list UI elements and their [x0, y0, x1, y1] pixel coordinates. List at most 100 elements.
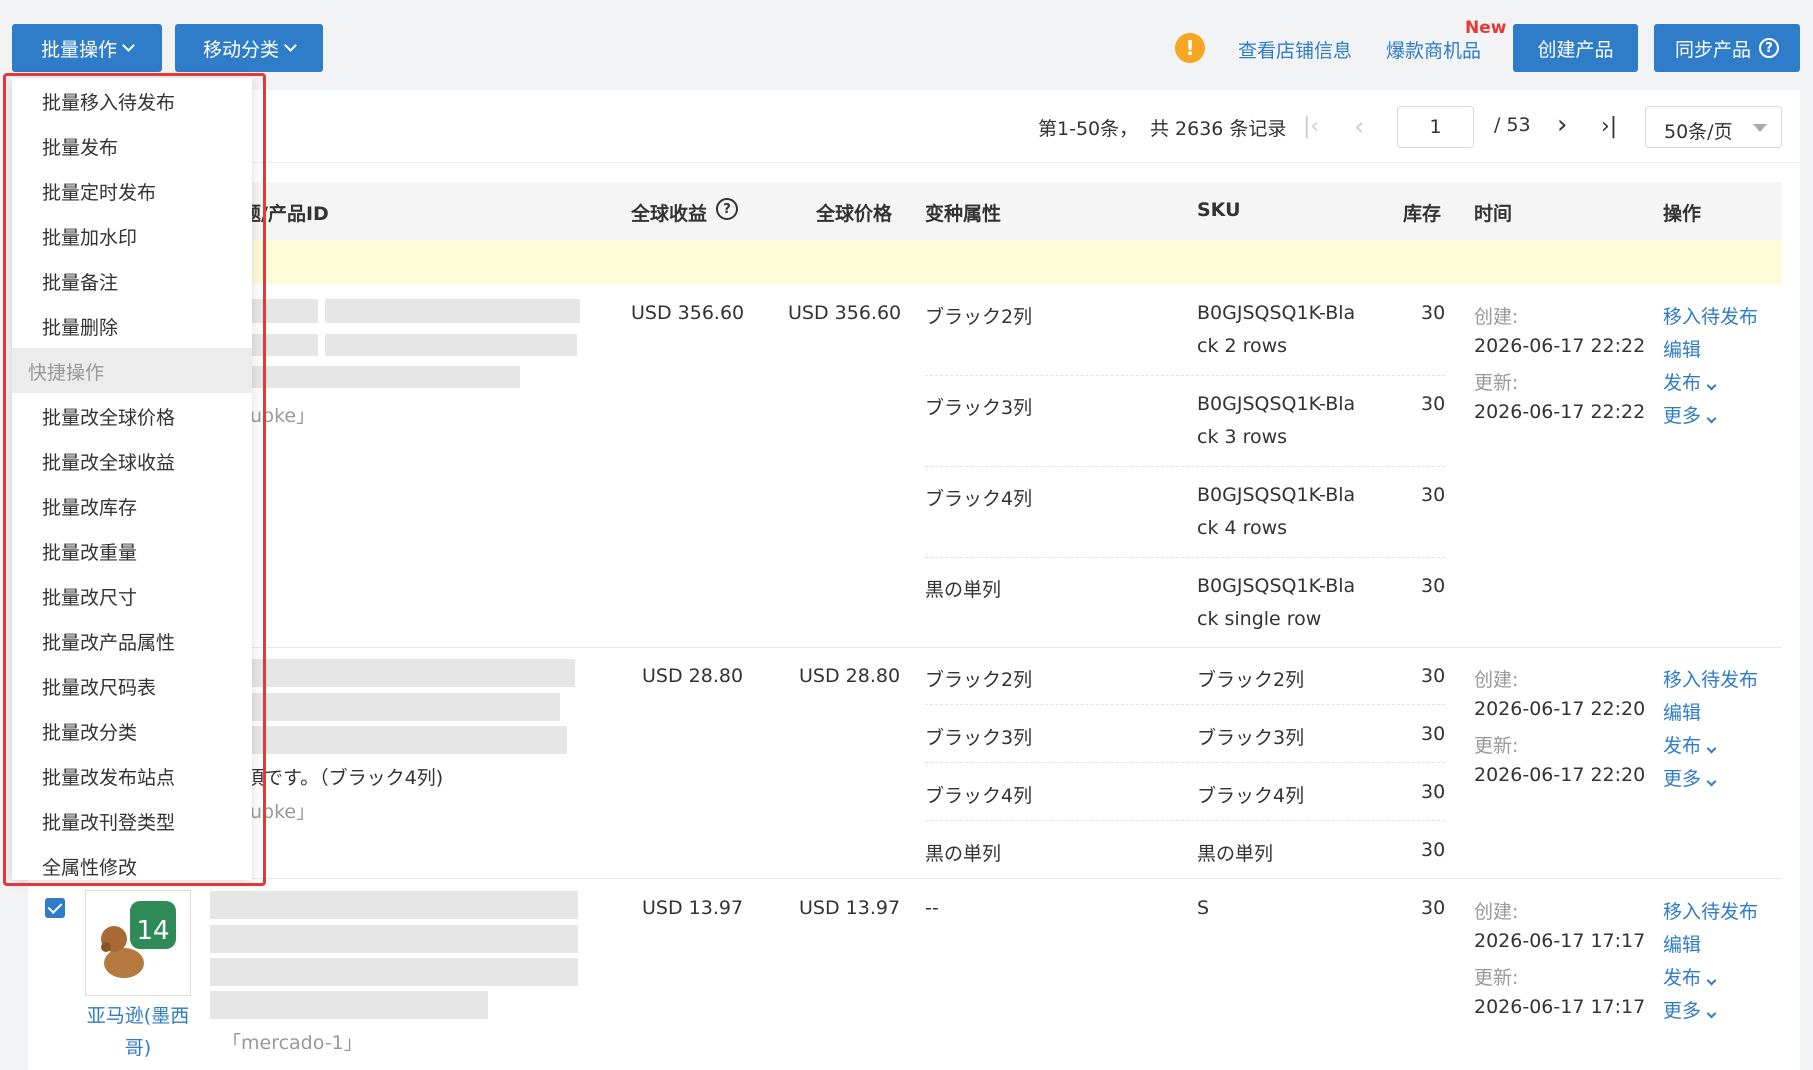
menu-item-delete[interactable]: 批量删除 [42, 313, 118, 340]
menu-item-weight[interactable]: 批量改重量 [42, 538, 137, 565]
row-divider [28, 647, 1782, 648]
platform-link[interactable]: 亚马逊(墨西哥) [85, 1000, 191, 1064]
divider [925, 466, 1445, 467]
first-page-icon[interactable]: |‹ [1303, 114, 1319, 139]
menu-item-publish-site[interactable]: 批量改发布站点 [42, 763, 175, 790]
variant-attr: ブラック2列 [925, 669, 1033, 691]
move-category-button[interactable]: 移动分类 [175, 24, 323, 72]
create-product-button[interactable]: 创建产品 [1513, 24, 1638, 72]
page-input[interactable]: 1 [1397, 106, 1474, 148]
more-dropdown[interactable]: 更多 [1663, 401, 1717, 428]
variant-attr: ブラック3列 [925, 397, 1033, 419]
edit-link[interactable]: 编辑 [1663, 335, 1701, 362]
edit-link[interactable]: 编辑 [1663, 698, 1701, 725]
menu-item-move-pending[interactable]: 批量移入待发布 [42, 88, 175, 115]
created-time: 2026-06-17 22:22 [1474, 335, 1646, 357]
prev-page-icon[interactable]: ‹ [1354, 112, 1364, 142]
chevron-down-icon [1706, 380, 1717, 391]
sync-product-button[interactable]: 同步产品 ? [1654, 24, 1800, 72]
menu-item-global-profit[interactable]: 批量改全球收益 [42, 448, 175, 475]
variant-sku-cont: ck 4 rows [1197, 517, 1288, 539]
variant-stock: 30 [1421, 393, 1446, 415]
chevron-down-icon [122, 39, 135, 52]
move-pending-link[interactable]: 移入待发布 [1663, 897, 1758, 924]
menu-item-dimensions[interactable]: 批量改尺寸 [42, 583, 137, 610]
variant-stock: 30 [1421, 839, 1446, 861]
variant-attr: ブラック3列 [925, 727, 1033, 749]
variant-attr: ブラック2列 [925, 306, 1033, 328]
more-label: 更多 [1663, 768, 1702, 790]
variant-stock: 30 [1421, 665, 1446, 687]
variant-stock: 30 [1421, 897, 1446, 919]
menu-item-listing-type[interactable]: 批量改刊登类型 [42, 808, 175, 835]
batch-operations-button[interactable]: 批量操作 [12, 24, 162, 72]
per-page-value: 50条/页 [1664, 121, 1733, 143]
more-dropdown[interactable]: 更多 [1663, 764, 1717, 791]
chevron-down-icon [1706, 1008, 1717, 1019]
warning-icon[interactable]: ! [1175, 33, 1205, 63]
redacted-text [245, 659, 575, 687]
redacted-text [325, 299, 580, 323]
store-info-link[interactable]: 查看店铺信息 [1238, 36, 1352, 63]
variant-attr: 黒の単列 [925, 579, 1002, 601]
row1-profit: USD 356.60 [631, 302, 745, 324]
created-time: 2026-06-17 22:20 [1474, 698, 1646, 720]
sync-product-label: 同步产品 [1674, 38, 1751, 61]
divider [925, 557, 1445, 558]
row3-price: USD 13.97 [799, 897, 901, 919]
menu-item-category[interactable]: 批量改分类 [42, 718, 137, 745]
variant-stock: 30 [1421, 575, 1446, 597]
batch-operations-label: 批量操作 [40, 38, 117, 61]
header-global-price: 全球价格 [816, 203, 893, 225]
variant-sku-cont: ck 2 rows [1197, 335, 1288, 357]
publish-dropdown[interactable]: 发布 [1663, 731, 1717, 758]
variant-sku: ブラック3列 [1197, 727, 1305, 749]
menu-item-stock[interactable]: 批量改库存 [42, 493, 137, 520]
variant-sku-cont: ck 3 rows [1197, 426, 1288, 448]
redacted-text [210, 925, 578, 953]
per-page-select[interactable]: 50条/页 [1645, 106, 1782, 148]
redacted-text [245, 693, 560, 721]
edit-link[interactable]: 编辑 [1663, 930, 1701, 957]
move-pending-link[interactable]: 移入待发布 [1663, 302, 1758, 329]
updated-time: 2026-06-17 22:20 [1474, 764, 1646, 786]
variant-attr: 黒の単列 [925, 843, 1002, 865]
shop-name: 「mercado-1」 [222, 1032, 363, 1054]
page-total: / 53 [1494, 114, 1531, 136]
created-time: 2026-06-17 17:17 [1474, 930, 1646, 952]
next-page-icon[interactable]: › [1557, 110, 1567, 140]
menu-item-watermark[interactable]: 批量加水印 [42, 223, 137, 250]
move-pending-link[interactable]: 移入待发布 [1663, 665, 1758, 692]
hot-products-link[interactable]: 爆款商机品 [1386, 36, 1481, 63]
row-checkbox[interactable] [45, 898, 65, 918]
created-label: 创建: [1474, 306, 1519, 328]
help-icon[interactable]: ? [716, 198, 738, 220]
variant-sku: ブラック4列 [1197, 785, 1305, 807]
menu-item-publish[interactable]: 批量发布 [42, 133, 118, 160]
variant-stock: 30 [1421, 484, 1446, 506]
header-stock: 库存 [1403, 203, 1442, 225]
redacted-text [210, 958, 578, 986]
caret-down-icon [1753, 124, 1767, 132]
updated-label: 更新: [1474, 372, 1519, 394]
menu-item-global-price[interactable]: 批量改全球价格 [42, 403, 175, 430]
divider [28, 162, 1800, 163]
new-badge: New [1465, 18, 1507, 38]
variant-attr: -- [925, 897, 939, 919]
variant-sku: B0GJSQSQ1K-Bla [1197, 393, 1356, 415]
dog-jersey-image: 14 [101, 901, 176, 978]
updated-time: 2026-06-17 22:22 [1474, 401, 1646, 423]
more-dropdown[interactable]: 更多 [1663, 996, 1717, 1023]
menu-item-product-attributes[interactable]: 批量改产品属性 [42, 628, 175, 655]
variant-stock: 30 [1421, 723, 1446, 745]
menu-item-all-attributes[interactable]: 全属性修改 [42, 853, 137, 880]
publish-dropdown[interactable]: 发布 [1663, 963, 1717, 990]
publish-dropdown[interactable]: 发布 [1663, 368, 1717, 395]
menu-item-size-chart[interactable]: 批量改尺码表 [42, 673, 156, 700]
last-page-icon[interactable]: ›| [1601, 114, 1617, 139]
menu-item-scheduled-publish[interactable]: 批量定时发布 [42, 178, 156, 205]
variant-sku-cont: ck single row [1197, 608, 1322, 630]
menu-item-note[interactable]: 批量备注 [42, 268, 118, 295]
redacted-text [210, 991, 488, 1019]
product-thumbnail[interactable]: 14 [85, 890, 191, 996]
